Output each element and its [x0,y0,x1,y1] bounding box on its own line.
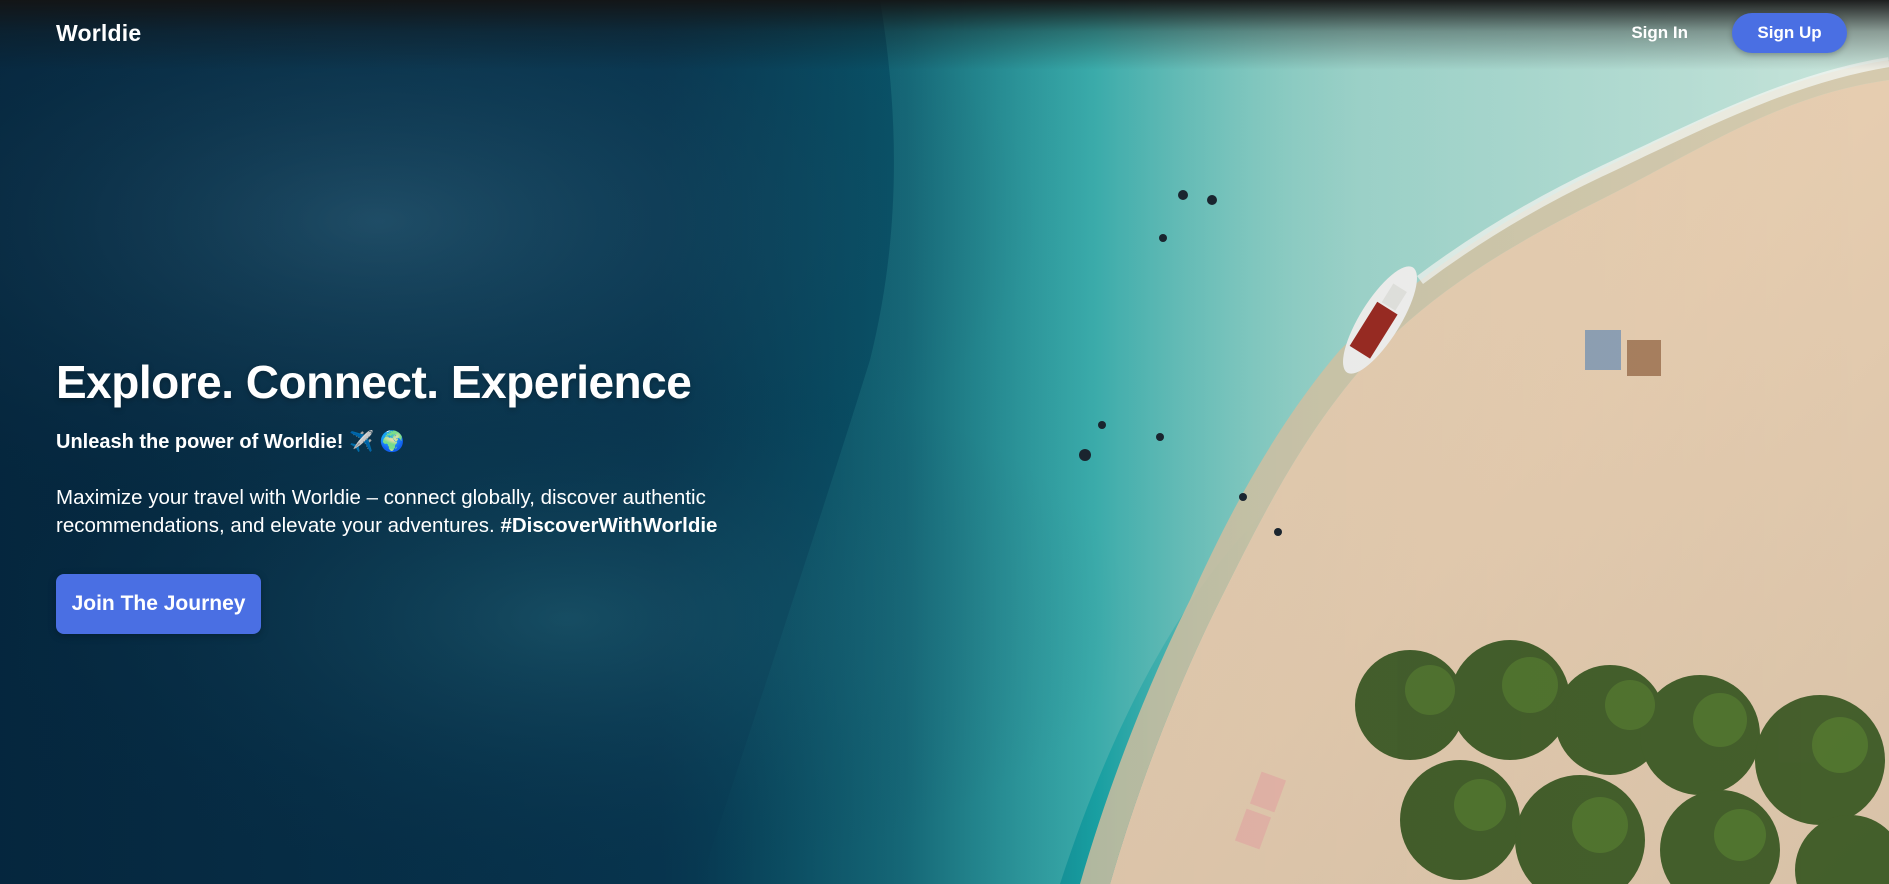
logo[interactable]: Worldie [56,20,141,47]
hero-section: Worldie Sign In Sign Up Explore. Connect… [0,0,1889,884]
sign-in-link[interactable]: Sign In [1631,23,1688,43]
sign-up-button[interactable]: Sign Up [1732,13,1847,53]
hero-tagline: Unleash the power of Worldie! ✈️ 🌍 [56,431,405,453]
hero-content: Explore. Connect. Experience Unleash the… [56,354,816,634]
hero-headline: Explore. Connect. Experience [56,356,692,408]
nav-actions: Sign In Sign Up [1631,13,1847,53]
join-journey-button[interactable]: Join The Journey [56,574,261,634]
navbar: Worldie Sign In Sign Up [0,0,1889,66]
hero-description: Maximize your travel with Worldie – conn… [56,484,816,540]
hero-hashtag: #DiscoverWithWorldie [500,514,718,537]
